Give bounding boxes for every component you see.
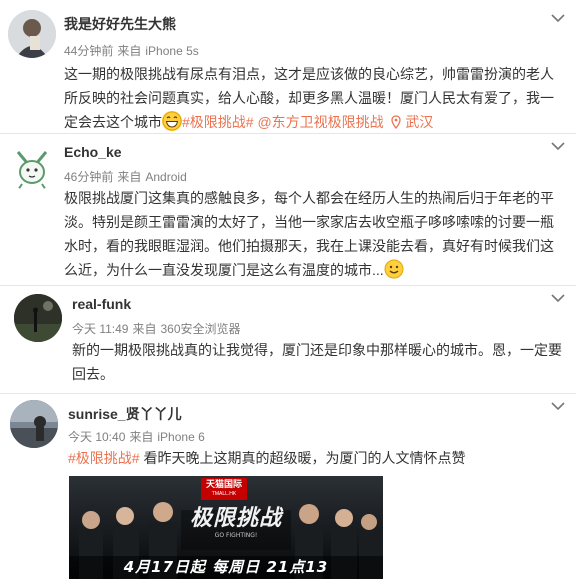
post-text-line: 新的一期极限挑战真的让我觉得，厦门还是印象中那样暖心的城市。恩，一定要: [72, 342, 562, 358]
post-meta: 44分钟前 来自 iPhone 5s: [64, 42, 203, 59]
user-name[interactable]: 我是好好先生大熊: [64, 14, 176, 34]
post-time[interactable]: 今天 10:40: [68, 430, 125, 444]
location-link[interactable]: 武汉: [391, 114, 433, 130]
post-text-line: 淡。特别是颜王雷雷演的太好了，当他一家家店去收空瓶子哆哆嗦嗦的讨要一瓶: [64, 214, 554, 230]
post-text-line: 回去。: [72, 366, 114, 382]
post-source[interactable]: Android: [145, 170, 186, 184]
source-prefix: 来自: [129, 430, 154, 444]
post-text: 看昨天晚上这期真的超级暖，为厦门的人文情怀点赞: [139, 450, 466, 466]
mention-link[interactable]: @东方卫视极限挑战: [257, 114, 383, 130]
source-prefix: 来自: [117, 170, 142, 184]
show-logo-sub: GO FIGHTING!: [214, 532, 258, 539]
avatar[interactable]: [10, 400, 58, 448]
sponsor-badge: 天猫国际 TMALL.HK: [201, 478, 247, 500]
avatar[interactable]: [14, 294, 62, 342]
post-source[interactable]: iPhone 5s: [145, 44, 198, 58]
location-label: 武汉: [405, 114, 434, 130]
post-text: 么近，为什么一直没发现厦门是这么有温度的城市...: [64, 262, 384, 278]
location-pin-icon: [391, 115, 402, 129]
user-name[interactable]: Echo_ke: [64, 144, 122, 160]
post-text-line: 么近，为什么一直没发现厦门是这么有温度的城市...: [64, 258, 570, 282]
post-meta: 今天 10:40 来自 iPhone 6: [68, 428, 209, 445]
post-content: 这一期的极限挑战有尿点有泪点，这才是应该做的良心综艺，帅雷雷扮演的老人 所反映的…: [64, 62, 570, 134]
avatar[interactable]: [8, 144, 56, 192]
weibo-post: real-funk 今天 11:49 来自 360安全浏览器 新的一期极限挑战真的让…: [0, 286, 576, 394]
post-meta: 今天 11:49 来自 360安全浏览器: [72, 320, 245, 337]
post-source[interactable]: iPhone 6: [157, 430, 204, 444]
sponsor-badge-text: 天猫国际: [205, 479, 242, 489]
grin-emoji-icon: [162, 111, 182, 131]
hashtag-link[interactable]: #极限挑战#: [68, 450, 140, 466]
post-content: 极限挑战厦门这集真的感触良多，每个人都会在经历人生的热闹后归于年老的平 淡。特别…: [64, 186, 570, 282]
source-prefix: 来自: [132, 322, 157, 336]
post-time[interactable]: 46分钟前: [64, 170, 113, 184]
weibo-post: Echo_ke 46分钟前 来自 Android 极限挑战厦门这集真的感触良多，每个…: [0, 134, 576, 286]
chevron-down-icon[interactable]: [550, 140, 566, 152]
user-name[interactable]: sunrise_贤丫丫儿: [68, 404, 182, 424]
source-prefix: 来自: [117, 44, 142, 58]
post-content: #极限挑战# 看昨天晚上这期真的超级暖，为厦门的人文情怀点赞: [68, 446, 570, 470]
post-text-line: 这一期的极限挑战有尿点有泪点，这才是应该做的良心综艺，帅雷雷扮演的老人: [64, 66, 554, 82]
post-text: 定会去这个城市: [64, 114, 162, 130]
chevron-down-icon[interactable]: [550, 292, 566, 304]
post-source[interactable]: 360安全浏览器: [161, 322, 241, 336]
avatar[interactable]: [8, 10, 56, 58]
post-text-line: 定会去这个城市 #极限挑战# @东方卫视极限挑战 武汉: [64, 110, 570, 134]
post-text-line: 所反映的社会问题真实，给人心酸，却更多黑人温暖！厦门人民太有爱了，我一: [64, 90, 554, 106]
show-logo: 极限挑战 GO FIGHTING!: [177, 506, 295, 540]
user-name[interactable]: real-funk: [72, 296, 131, 312]
post-image[interactable]: 天猫国际 TMALL.HK 极限挑战 GO FIGHTING! 4月17日起 每…: [69, 476, 383, 579]
post-meta: 46分钟前 来自 Android: [64, 168, 191, 185]
sponsor-badge-sub: TMALL.HK: [211, 491, 237, 497]
post-text-line: 水时，看的我眼眶湿润。他们拍摄那天，我在上课没能去看，真好有时候我们这: [64, 238, 554, 254]
hashtag-link[interactable]: #极限挑战#: [182, 114, 254, 130]
chevron-down-icon[interactable]: [550, 12, 566, 24]
air-time-text: 4月17日起 每周日 21点13: [123, 558, 329, 576]
post-time[interactable]: 44分钟前: [64, 44, 113, 58]
post-time[interactable]: 今天 11:49: [72, 322, 128, 336]
post-content: 新的一期极限挑战真的让我觉得，厦门还是印象中那样暖心的城市。恩，一定要 回去。: [72, 338, 570, 386]
post-text-line: 极限挑战厦门这集真的感触良多，每个人都会在经历人生的热闹后归于年老的平: [64, 190, 554, 206]
smile-emoji-icon: [384, 259, 404, 279]
show-logo-text: 极限挑战: [189, 506, 282, 531]
chevron-down-icon[interactable]: [550, 400, 566, 412]
weibo-post: 我是好好先生大熊 44分钟前 来自 iPhone 5s 这一期的极限挑战有尿点有泪点…: [0, 0, 576, 131]
weibo-post: sunrise_贤丫丫儿 今天 10:40 来自 iPhone 6 #极限挑战# 看…: [0, 394, 576, 579]
